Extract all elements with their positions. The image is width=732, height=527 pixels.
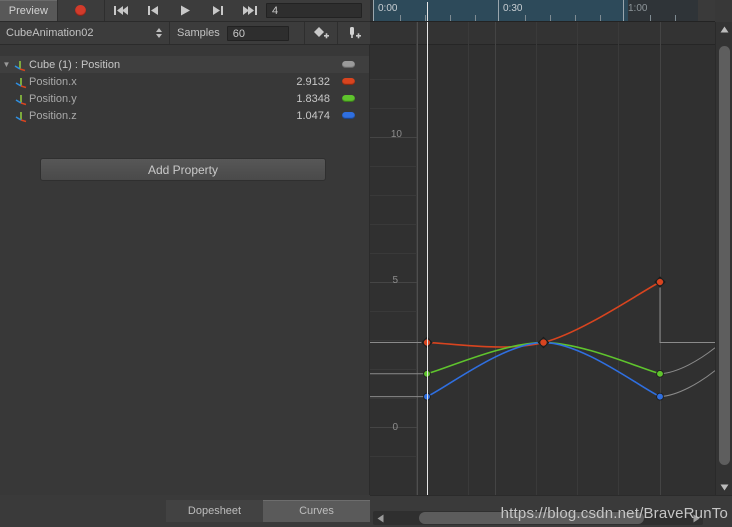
axis-gizmo-icon	[13, 58, 29, 72]
keyframe-point[interactable]	[540, 339, 547, 346]
ruler-major-tick	[498, 0, 499, 21]
property-hierarchy-pane: ▼ Cube (1) : Position Position.x 2.9132 …	[0, 45, 370, 495]
tab-curves[interactable]: Curves	[263, 500, 370, 522]
clip-toolbar-spacer	[289, 22, 304, 44]
hierarchy-group-row[interactable]: ▼ Cube (1) : Position	[0, 56, 369, 73]
curve-color-swatch[interactable]	[342, 112, 355, 119]
property-label: Position.x	[29, 75, 77, 88]
ruler-major-tick	[373, 0, 374, 21]
ruler-minor-tick	[650, 15, 651, 21]
ruler-label: 1:00	[628, 3, 648, 14]
ruler-minor-tick	[450, 15, 451, 21]
property-row-position-y[interactable]: Position.y 1.8348	[0, 90, 369, 107]
samples-label: Samples	[177, 27, 220, 39]
preview-toggle[interactable]: Preview	[0, 0, 58, 21]
first-frame-button[interactable]	[104, 0, 137, 21]
playhead-line[interactable]	[427, 22, 428, 495]
last-frame-button[interactable]	[233, 0, 266, 21]
tab-dopesheet[interactable]: Dopesheet	[166, 500, 263, 522]
ruler-minor-tick	[600, 15, 601, 21]
property-label: Position.z	[29, 109, 77, 122]
timeline-ruler[interactable]: 0:00 0:30 1:00	[370, 0, 715, 22]
preview-label: Preview	[8, 4, 48, 17]
vertical-scrollbar-thumb[interactable]	[719, 46, 730, 465]
clip-toolbar: CubeAnimation02 Samples 60	[0, 22, 370, 45]
ruler-label: 0:30	[503, 3, 523, 14]
curve-color-swatch[interactable]	[342, 95, 355, 102]
skip-to-end-icon	[242, 6, 257, 15]
ruler-minor-tick	[475, 15, 476, 21]
playhead-ruler-marker[interactable]	[427, 2, 428, 21]
scroll-left-arrow-icon[interactable]	[373, 511, 387, 525]
ruler-minor-tick	[525, 15, 526, 21]
ruler-label: 0:00	[378, 3, 398, 14]
add-property-button[interactable]: Add Property	[40, 158, 326, 181]
keyframe-point[interactable]	[656, 278, 664, 286]
next-frame-button[interactable]	[201, 0, 234, 21]
record-button[interactable]	[57, 0, 105, 21]
clip-selector[interactable]: CubeAnimation02	[0, 22, 170, 44]
play-icon	[180, 5, 190, 16]
samples-input[interactable]: 60	[226, 25, 289, 41]
add-keyframe-icon	[313, 27, 329, 39]
ruler-major-tick	[623, 0, 624, 21]
curve-post-extrapolation	[659, 370, 715, 398]
axis-gizmo-icon	[13, 109, 29, 123]
current-frame-input[interactable]: 4	[266, 3, 362, 18]
play-button[interactable]	[169, 0, 202, 21]
step-back-icon	[147, 6, 158, 15]
ruler-minor-tick	[550, 15, 551, 21]
scroll-up-arrow-icon[interactable]	[716, 23, 732, 36]
property-row-position-x[interactable]: Position.x 2.9132	[0, 73, 369, 90]
ruler-minor-tick	[425, 15, 426, 21]
add-event-icon	[349, 27, 361, 39]
triangle-down-icon[interactable]: ▼	[0, 60, 13, 69]
tab-label: Dopesheet	[187, 505, 242, 517]
clip-name-label: CubeAnimation02	[6, 27, 94, 39]
keyframe-point[interactable]	[656, 392, 664, 401]
ruler-minor-tick	[575, 15, 576, 21]
curve-editor[interactable]: 10 5 0	[370, 22, 715, 495]
property-value[interactable]: 1.0474	[260, 110, 334, 122]
updown-chevron-icon	[156, 28, 162, 38]
animation-window: Preview 4 CubeAnimation02 Samples 60 ▼ C…	[0, 0, 732, 527]
axis-gizmo-icon	[13, 75, 29, 89]
property-row-position-z[interactable]: Position.z 1.0474	[0, 107, 369, 124]
property-label: Position.y	[29, 92, 77, 105]
ruler-active-range	[373, 0, 628, 21]
axis-gizmo-icon	[13, 92, 29, 106]
add-event-button[interactable]	[337, 22, 370, 44]
animation-curves[interactable]	[370, 22, 715, 495]
prev-frame-button[interactable]	[136, 0, 170, 21]
bottom-bar: Dopesheet Curves https://blog.csdn.net/B…	[0, 495, 732, 527]
step-forward-icon	[213, 6, 224, 15]
keyframe-point[interactable]	[656, 369, 664, 378]
skip-to-start-icon	[113, 6, 128, 15]
scroll-down-arrow-icon[interactable]	[716, 481, 732, 494]
add-keyframe-button[interactable]	[304, 22, 337, 44]
ruler-minor-tick	[400, 15, 401, 21]
ruler-end-pad	[698, 0, 715, 21]
watermark-text: https://blog.csdn.net/BraveRunTo	[500, 505, 728, 522]
hierarchy-group-label: Cube (1) : Position	[29, 58, 121, 71]
property-value[interactable]: 1.8348	[260, 93, 334, 105]
curve-color-swatch[interactable]	[342, 78, 355, 85]
property-value[interactable]: 2.9132	[260, 76, 334, 88]
tab-label: Curves	[299, 505, 334, 517]
ruler-minor-tick	[675, 15, 676, 21]
record-icon	[75, 5, 87, 16]
curve-post-extrapolation	[659, 282, 715, 344]
curve-vertical-scrollbar[interactable]	[715, 22, 732, 495]
curve-post-extrapolation	[659, 347, 715, 375]
curve-color-swatch[interactable]	[342, 61, 355, 68]
curve-line-position-z[interactable]	[426, 341, 661, 398]
playback-toolbar: Preview 4	[0, 0, 370, 22]
